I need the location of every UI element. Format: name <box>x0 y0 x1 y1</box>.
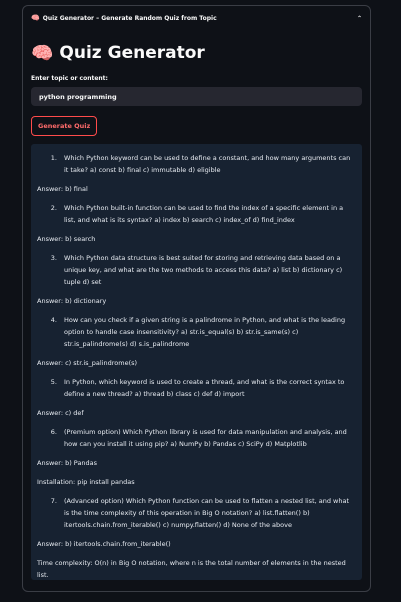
answer-text: Time complexity: O(n) in Big O notation,… <box>37 559 346 579</box>
question-text: Which Python built-in function can be us… <box>64 204 344 224</box>
question-text: Which Python keyword can be used to defi… <box>64 154 351 174</box>
answer-text: Answer: b) Pandas <box>37 459 98 467</box>
answer-text: Installation: pip install pandas <box>37 478 135 486</box>
topic-input[interactable]: python programming <box>31 87 362 106</box>
question-text: (Advanced option) Which Python function … <box>64 497 350 529</box>
app-window: 🧠 Quiz Generator – Generate Random Quiz … <box>22 5 371 592</box>
answer-text: Answer: b) dictionary <box>37 297 107 305</box>
brain-icon: 🧠 <box>31 14 40 22</box>
question-number: 2. <box>50 204 57 212</box>
question-number: 1. <box>50 154 57 162</box>
question-number: 4. <box>50 316 57 324</box>
question-text: Which Python data structure is best suit… <box>64 254 343 286</box>
window-title: Quiz Generator – Generate Random Quiz fr… <box>42 14 217 22</box>
question-text: (Premium option) Which Python library is… <box>64 428 347 448</box>
answer-text: Answer: b) final <box>37 185 88 193</box>
page-title: 🧠 Quiz Generator <box>31 39 362 67</box>
window-header[interactable]: 🧠 Quiz Generator – Generate Random Quiz … <box>23 6 370 30</box>
question-number: 5. <box>50 378 57 386</box>
question-number: 3. <box>50 254 57 262</box>
quiz-question: 3. Which Python data structure is best su… <box>37 252 354 288</box>
quiz-question: 5. In Python, which keyword is used to cr… <box>37 376 354 400</box>
chevron-up-icon[interactable]: ⌃ <box>357 15 362 22</box>
topic-label: Enter topic or content: <box>31 75 108 82</box>
quiz-question: 2. Which Python built-in function can be … <box>37 202 354 226</box>
quiz-question: 4. How can you check if a given string is… <box>37 314 354 350</box>
quiz-question: 1. Which Python keyword can be used to de… <box>37 152 354 176</box>
quiz-question: 6. (Premium option) Which Python library … <box>37 426 354 450</box>
answer-text: Answer: b) search <box>37 235 96 243</box>
answer-text: Answer: b) itertools.chain.from_iterable… <box>37 540 171 548</box>
brain-icon: 🧠 <box>31 42 54 64</box>
question-text: How can you check if a given string is a… <box>64 316 346 348</box>
answer-text: Answer: c) def <box>37 409 84 417</box>
quiz-question: 7. (Advanced option) Which Python functio… <box>37 495 354 531</box>
question-number: 6. <box>50 428 57 436</box>
question-text: In Python, which keyword is used to crea… <box>64 378 345 398</box>
answer-text: Answer: c) str.is_palindrome(s) <box>37 359 138 367</box>
generate-quiz-button[interactable]: Generate Quiz <box>31 116 98 136</box>
quiz-output: 1. Which Python keyword can be used to de… <box>31 144 362 580</box>
page-title-text: Quiz Generator <box>59 43 205 63</box>
main-content: 🧠 Quiz Generator Enter topic or content:… <box>23 39 370 580</box>
question-number: 7. <box>50 497 57 505</box>
